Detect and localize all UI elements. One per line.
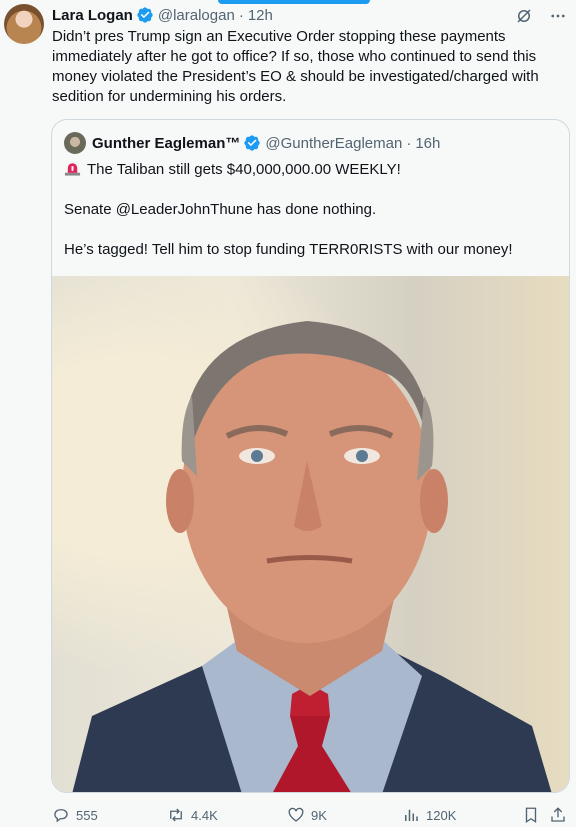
quote-header: Gunther Eagleman™ @GuntherEagleman · 16h xyxy=(64,132,440,154)
more-icon[interactable] xyxy=(548,6,568,26)
repost-icon xyxy=(170,808,182,822)
verified-badge-icon xyxy=(244,135,261,151)
quote-text: The Taliban still gets $40,000,000.00 WE… xyxy=(64,160,559,280)
quote-line-1: The Taliban still gets $40,000,000.00 WE… xyxy=(64,160,559,180)
quote-line-2: Senate @LeaderJohnThune has done nothing… xyxy=(64,201,377,218)
quote-author-handle: @GuntherEagleman xyxy=(265,134,403,152)
portrait-illustration xyxy=(72,321,552,792)
header-icons xyxy=(514,6,568,26)
dot-separator: · xyxy=(238,6,244,24)
reply-count: 555 xyxy=(76,807,98,823)
grok-icon[interactable] xyxy=(514,6,534,26)
views-icon xyxy=(405,809,418,821)
quote-line-3: He’s tagged! Tell him to stop funding TE… xyxy=(64,241,513,258)
views-button[interactable]: 120K xyxy=(402,804,456,826)
quote-photo[interactable] xyxy=(52,276,569,792)
tweet-header: Lara Logan @laralogan · 12h xyxy=(52,4,273,26)
author-handle[interactable]: @laralogan xyxy=(158,7,235,24)
quote-line-1-text: The Taliban still gets $40,000,000.00 WE… xyxy=(87,161,401,178)
like-icon xyxy=(288,807,304,822)
quoted-tweet[interactable]: Gunther Eagleman™ @GuntherEagleman · 16h… xyxy=(51,119,570,793)
share-button[interactable] xyxy=(549,804,567,826)
avatar[interactable] xyxy=(4,4,44,44)
like-count: 9K xyxy=(311,807,327,823)
tweet[interactable]: Lara Logan @laralogan · 12h Didn’t pres … xyxy=(0,0,576,827)
verified-badge-icon xyxy=(137,7,153,23)
quote-time: 16h xyxy=(415,134,441,152)
repost-count: 4.4K xyxy=(191,807,218,823)
quote-author-name: Gunther Eagleman™ xyxy=(92,134,241,152)
share-icon xyxy=(551,807,565,822)
repost-button[interactable]: 4.4K xyxy=(167,804,218,826)
quote-avatar xyxy=(64,132,86,154)
dot-separator: · xyxy=(406,134,412,152)
siren-icon xyxy=(64,163,81,176)
reply-icon xyxy=(54,809,68,823)
action-bar: 555 4.4K 9K 120K xyxy=(52,804,572,826)
views-count: 120K xyxy=(426,807,457,823)
bookmark-icon xyxy=(525,807,537,824)
tweet-time[interactable]: 12h xyxy=(248,7,273,24)
author-name[interactable]: Lara Logan xyxy=(52,7,133,24)
tweet-text: Didn’t pres Trump sign an Executive Orde… xyxy=(52,28,539,105)
bookmark-button[interactable] xyxy=(522,804,540,826)
reply-button[interactable]: 555 xyxy=(52,804,98,826)
like-button[interactable]: 9K xyxy=(287,804,327,826)
